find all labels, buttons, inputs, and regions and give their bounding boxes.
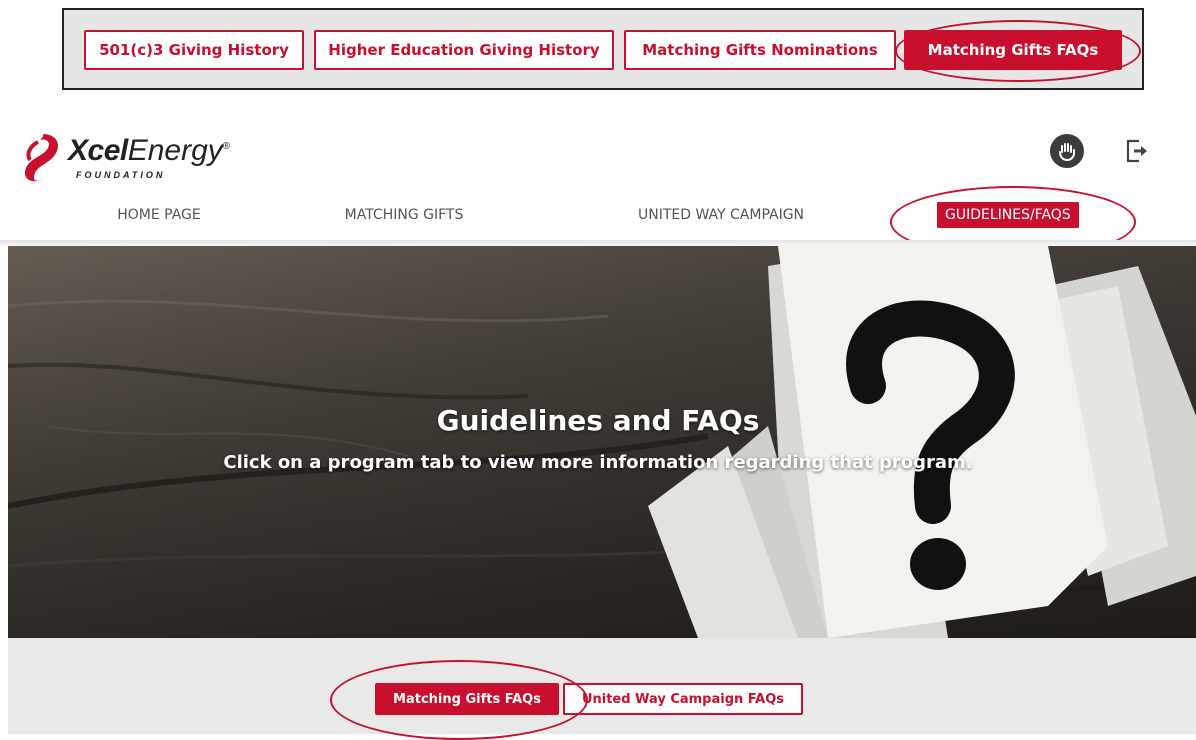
hero-banner: Guidelines and FAQs Click on a program t… (8, 246, 1196, 638)
page-subtitle: Click on a program tab to view more info… (223, 452, 973, 473)
nav-home-page[interactable]: HOME PAGE (84, 202, 234, 228)
tab-strip-inset: 501(c)3 Giving History Higher Education … (62, 8, 1144, 90)
nav-united-way-campaign[interactable]: UNITED WAY CAMPAIGN (604, 202, 838, 228)
hero-background-image (8, 246, 1196, 638)
tab-501c3-giving-history[interactable]: 501(c)3 Giving History (84, 30, 304, 70)
accessibility-hand-icon (1059, 143, 1075, 162)
logo-wordmark: XcelEnergy® (68, 134, 230, 168)
logo-registered-mark: ® (222, 141, 231, 152)
tab-matching-gifts-nominations[interactable]: Matching Gifts Nominations (624, 30, 896, 70)
logo-word-xcel: Xcel (68, 134, 128, 167)
tab-higher-education-giving-history[interactable]: Higher Education Giving History (314, 30, 614, 70)
logout-button[interactable] (1124, 138, 1150, 164)
logout-icon (1126, 139, 1147, 163)
xcel-energy-foundation-logo[interactable]: XcelEnergy® FOUNDATION (20, 132, 260, 184)
nav-matching-gifts[interactable]: MATCHING GIFTS (318, 202, 490, 228)
page-title: Guidelines and FAQs (436, 404, 760, 437)
nav-guidelines-faqs[interactable]: GUIDELINES/FAQS (937, 202, 1079, 228)
accessibility-button[interactable] (1050, 134, 1084, 168)
logo-subtitle: FOUNDATION (76, 170, 166, 180)
program-tab-united-way-campaign-faqs[interactable]: United Way Campaign FAQs (563, 683, 803, 715)
tab-matching-gifts-faqs[interactable]: Matching Gifts FAQs (904, 30, 1122, 70)
logo-word-energy: Energy (127, 134, 223, 167)
xcel-swirl-icon (24, 134, 59, 182)
program-tab-matching-gifts-faqs[interactable]: Matching Gifts FAQs (375, 683, 559, 715)
